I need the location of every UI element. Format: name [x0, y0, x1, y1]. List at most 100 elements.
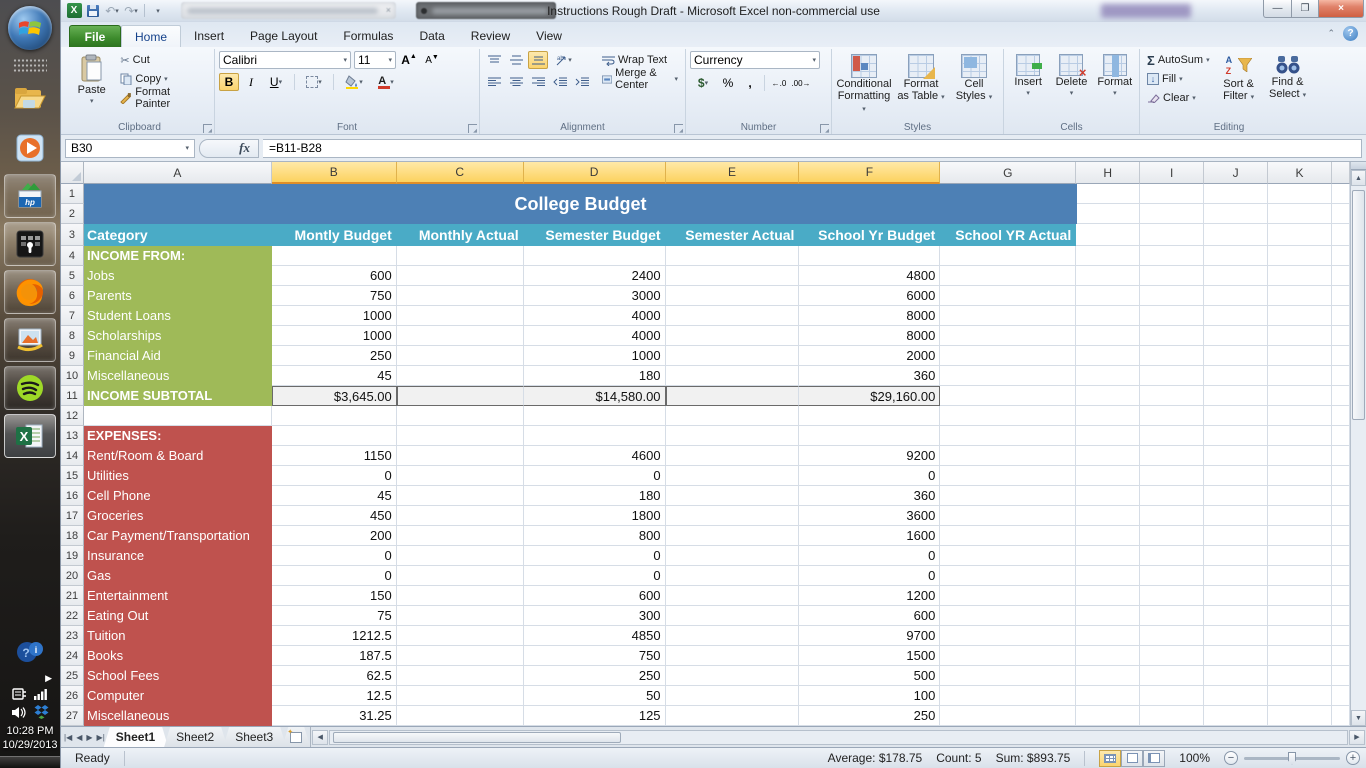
cell-K7[interactable] — [1268, 306, 1332, 326]
cell-J12[interactable] — [1204, 406, 1268, 426]
cell-J1[interactable] — [1204, 184, 1268, 204]
save-button[interactable] — [85, 3, 101, 18]
cell-L24[interactable] — [1332, 646, 1350, 666]
alignment-dialog-launcher[interactable] — [674, 124, 683, 133]
cell-A9[interactable]: Financial Aid — [84, 346, 272, 366]
merge-center-button[interactable]: Merge & Center▾ — [599, 70, 681, 88]
cell-G22[interactable] — [940, 606, 1076, 626]
cell-D18[interactable]: 800 — [524, 526, 666, 546]
cell-B15[interactable]: 0 — [272, 466, 397, 486]
cell-A22[interactable]: Eating Out — [84, 606, 272, 626]
cell-A14[interactable]: Rent/Room & Board — [84, 446, 272, 466]
column-header-F[interactable]: F — [799, 162, 940, 184]
cell-F24[interactable]: 1500 — [799, 646, 940, 666]
cell-C22[interactable] — [397, 606, 524, 626]
cell-E21[interactable] — [666, 586, 800, 606]
taskbar-spotify[interactable] — [4, 366, 56, 410]
row-header-4[interactable]: 4 — [61, 246, 84, 266]
horizontal-scroll-thumb[interactable] — [333, 732, 621, 743]
next-sheet-button[interactable]: ▶ — [86, 733, 92, 742]
cell-F27[interactable]: 250 — [799, 706, 940, 726]
cell-E10[interactable] — [666, 366, 800, 386]
insert-worksheet-button[interactable] — [282, 727, 310, 747]
autosum-button[interactable]: ΣAutoSum▾ — [1144, 51, 1213, 69]
cell-I21[interactable] — [1140, 586, 1204, 606]
cell-E7[interactable] — [666, 306, 800, 326]
cell-B4[interactable] — [272, 246, 397, 266]
cell-B27[interactable]: 31.25 — [272, 706, 397, 726]
font-name-combo[interactable]: Calibri▾ — [219, 51, 351, 69]
cell-K10[interactable] — [1268, 366, 1332, 386]
cell-K9[interactable] — [1268, 346, 1332, 366]
cell-C9[interactable] — [397, 346, 524, 366]
normal-view-button[interactable] — [1099, 750, 1121, 767]
row-header-11[interactable]: 11 — [61, 386, 84, 406]
show-hidden-icons-arrow[interactable]: ▶ — [45, 673, 52, 684]
cell-A10[interactable]: Miscellaneous — [84, 366, 272, 386]
column-header-K[interactable]: K — [1268, 162, 1332, 184]
tab-sheet2[interactable]: Sheet2 — [164, 727, 227, 747]
cell-J16[interactable] — [1204, 486, 1268, 506]
cell-B12[interactable] — [272, 406, 397, 426]
scroll-up-button[interactable]: ▲ — [1351, 170, 1366, 186]
sort-filter-button[interactable]: A Z Sort &Filter ▾ — [1216, 51, 1262, 120]
format-painter-button[interactable]: Format Painter — [117, 89, 210, 107]
cell-I26[interactable] — [1140, 686, 1204, 706]
tab-sheet3[interactable]: Sheet3 — [223, 727, 286, 747]
tab-file[interactable]: File — [69, 25, 121, 47]
cell-J20[interactable] — [1204, 566, 1268, 586]
last-sheet-button[interactable]: ▶| — [97, 733, 105, 742]
cell-G7[interactable] — [940, 306, 1076, 326]
bottom-align-button[interactable] — [528, 51, 548, 69]
cell-L5[interactable] — [1332, 266, 1350, 286]
cell-J13[interactable] — [1204, 426, 1268, 446]
cell-C18[interactable] — [397, 526, 524, 546]
clipboard-dialog-launcher[interactable] — [203, 124, 212, 133]
cell-E22[interactable] — [666, 606, 800, 626]
cell-C8[interactable] — [397, 326, 524, 346]
cell-B16[interactable]: 45 — [272, 486, 397, 506]
cell-I19[interactable] — [1140, 546, 1204, 566]
cell-A20[interactable]: Gas — [84, 566, 272, 586]
cell-A15[interactable]: Utilities — [84, 466, 272, 486]
conditional-formatting-button[interactable]: ConditionalFormatting ▾ — [836, 51, 892, 120]
cell-L13[interactable] — [1332, 426, 1350, 446]
cell-B21[interactable]: 150 — [272, 586, 397, 606]
cell-L9[interactable] — [1332, 346, 1350, 366]
cell-J24[interactable] — [1204, 646, 1268, 666]
cell-I27[interactable] — [1140, 706, 1204, 726]
cell-G18[interactable] — [940, 526, 1076, 546]
cell-I5[interactable] — [1140, 266, 1204, 286]
cell-E20[interactable] — [666, 566, 800, 586]
cell-F13[interactable] — [799, 426, 940, 446]
cell-H18[interactable] — [1076, 526, 1140, 546]
cell-J3[interactable] — [1204, 224, 1268, 246]
cell-K8[interactable] — [1268, 326, 1332, 346]
align-center-button[interactable] — [506, 73, 526, 91]
cell-E27[interactable] — [666, 706, 800, 726]
row-header-17[interactable]: 17 — [61, 506, 84, 526]
scroll-left-button[interactable]: ◀ — [312, 730, 328, 745]
cell-G15[interactable] — [940, 466, 1076, 486]
italic-button[interactable]: I — [241, 73, 261, 91]
cell-G17[interactable] — [940, 506, 1076, 526]
cell-I11[interactable] — [1140, 386, 1204, 406]
cell-H21[interactable] — [1076, 586, 1140, 606]
cell-E8[interactable] — [666, 326, 800, 346]
row-header-5[interactable]: 5 — [61, 266, 84, 286]
row-header-15[interactable]: 15 — [61, 466, 84, 486]
row-header-19[interactable]: 19 — [61, 546, 84, 566]
cell-B8[interactable]: 1000 — [272, 326, 397, 346]
cell-K6[interactable] — [1268, 286, 1332, 306]
cell-I23[interactable] — [1140, 626, 1204, 646]
cell-I20[interactable] — [1140, 566, 1204, 586]
row-header-3[interactable]: 3 — [61, 224, 84, 246]
taskbar-hp-app[interactable]: hp — [4, 174, 56, 218]
cell-A26[interactable]: Computer — [84, 686, 272, 706]
cell-I16[interactable] — [1140, 486, 1204, 506]
cell-A17[interactable]: Groceries — [84, 506, 272, 526]
row-header-14[interactable]: 14 — [61, 446, 84, 466]
cell-E5[interactable] — [666, 266, 800, 286]
underline-button[interactable]: U▾ — [263, 73, 289, 91]
zoom-in-button[interactable]: + — [1346, 751, 1360, 765]
